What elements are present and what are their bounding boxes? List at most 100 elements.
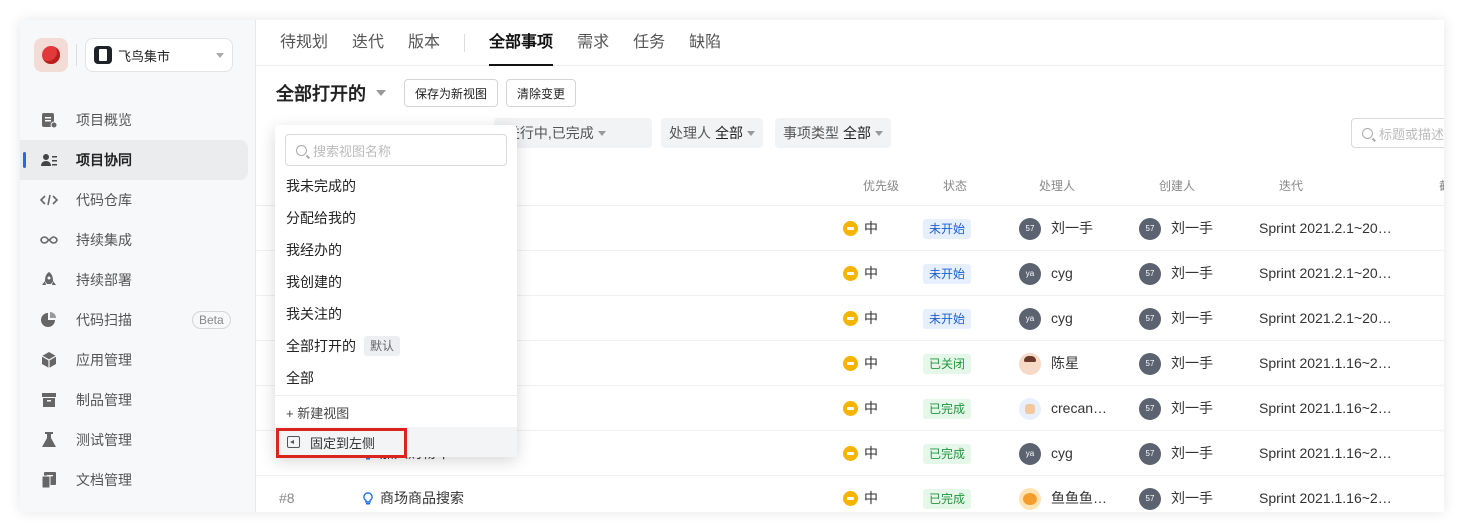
priority-cell[interactable]: 中 xyxy=(843,296,878,341)
creator-name: 刘一手 xyxy=(1171,445,1213,461)
sidebar-item-app-management[interactable]: 应用管理 xyxy=(20,340,248,380)
view-item-assigned-to-me[interactable]: 分配给我的 xyxy=(275,202,517,234)
priority-text: 中 xyxy=(864,445,878,461)
code-icon xyxy=(40,191,58,209)
chevron-down-icon xyxy=(216,52,224,58)
pin-to-left-label: 固定到左侧 xyxy=(310,435,376,451)
header-priority[interactable]: 优先级 xyxy=(863,166,899,206)
sidebar-item-ci[interactable]: 持续集成 xyxy=(20,220,248,260)
creator-name: 刘一手 xyxy=(1171,490,1213,506)
chevron-down-icon[interactable] xyxy=(376,90,386,96)
sidebar-item-label: 文档管理 xyxy=(76,472,132,488)
sidebar-item-label: 代码扫描 xyxy=(76,312,132,328)
owner-cell[interactable]: ya cyg xyxy=(1019,296,1073,341)
view-item-label: 我关注的 xyxy=(286,306,342,322)
owner-cell[interactable]: ya cyg xyxy=(1019,251,1073,296)
view-item-my-handled[interactable]: 我经办的 xyxy=(275,234,517,266)
status-cell[interactable]: 已完成 xyxy=(923,386,972,431)
iteration-cell[interactable]: Sprint 2021.2.1~20… xyxy=(1259,296,1392,341)
status-filter[interactable]: ,进行中,已完成 xyxy=(494,118,652,148)
sidebar-item-code-repo[interactable]: 代码仓库 xyxy=(20,180,248,220)
title-search-input[interactable]: 标题或描述 xyxy=(1351,118,1444,148)
view-item-my-unfinished[interactable]: 我未完成的 xyxy=(275,170,517,202)
view-item-my-created[interactable]: 我创建的 xyxy=(275,266,517,298)
owner-name: cyg xyxy=(1051,310,1073,326)
view-search-input[interactable]: 搜索视图名称 xyxy=(285,134,507,166)
priority-cell[interactable]: 中 xyxy=(843,206,878,251)
status-cell[interactable]: 未开始 xyxy=(923,296,972,341)
tab-iteration[interactable]: 迭代 xyxy=(352,20,384,66)
priority-cell[interactable]: 中 xyxy=(843,251,878,296)
sidebar-item-cd[interactable]: 持续部署 xyxy=(20,260,248,300)
table-row[interactable]: #8 商场商品搜索 中 已完成 鱼鱼鱼… 57 刘一手 Sprint 2021.1.16~2… xyxy=(256,476,1444,512)
tab-all-issues[interactable]: 全部事项 xyxy=(489,20,554,66)
sidebar-item-collaboration[interactable]: 项目协同 xyxy=(20,140,248,180)
view-item-my-followed[interactable]: 我关注的 xyxy=(275,298,517,330)
view-search-placeholder: 搜索视图名称 xyxy=(313,143,392,159)
header-iteration[interactable]: 迭代 xyxy=(1279,166,1303,206)
iteration-cell[interactable]: Sprint 2021.2.1~20… xyxy=(1259,206,1392,251)
iteration-cell[interactable]: Sprint 2021.1.16~2… xyxy=(1259,431,1392,476)
owner-cell[interactable]: 57 刘一手 xyxy=(1019,206,1093,251)
creator-name: 刘一手 xyxy=(1171,355,1213,371)
iteration-cell[interactable]: Sprint 2021.1.16~2… xyxy=(1259,386,1392,431)
type-filter[interactable]: 事项类型 全部 xyxy=(775,118,891,148)
creator-avatar: 57 xyxy=(1139,397,1161,420)
status-badge: 未开始 xyxy=(923,219,972,240)
owner-cell[interactable]: ya cyg xyxy=(1019,431,1073,476)
iteration-cell[interactable]: Sprint 2021.1.16~2… xyxy=(1259,341,1392,386)
type-filter-value: 全部 xyxy=(843,125,871,141)
search-icon xyxy=(296,144,307,156)
header-creator[interactable]: 创建人 xyxy=(1159,166,1195,206)
infinity-icon xyxy=(40,231,58,249)
view-item-all[interactable]: 全部 xyxy=(275,362,517,394)
iteration-cell[interactable]: Sprint 2021.2.1~20… xyxy=(1259,251,1392,296)
issue-title[interactable]: 商场商品搜索 xyxy=(362,476,464,512)
header-owner[interactable]: 处理人 xyxy=(1039,166,1075,206)
owner-cell[interactable]: 鱼鱼鱼… xyxy=(1019,476,1107,512)
status-cell[interactable]: 未开始 xyxy=(923,251,972,296)
priority-text: 中 xyxy=(864,400,878,416)
status-cell[interactable]: 已完成 xyxy=(923,476,972,512)
tab-requirements[interactable]: 需求 xyxy=(577,20,609,66)
sidebar-item-testing[interactable]: 测试管理 xyxy=(20,420,248,460)
status-badge: 已关闭 xyxy=(923,354,972,375)
priority-icon xyxy=(843,221,858,236)
tab-bugs[interactable]: 缺陷 xyxy=(689,20,721,66)
priority-cell[interactable]: 中 xyxy=(843,386,878,431)
status-cell[interactable]: 未开始 xyxy=(923,206,972,251)
sidebar-item-artifacts[interactable]: 制品管理 xyxy=(20,380,248,420)
priority-cell[interactable]: 中 xyxy=(843,431,878,476)
owner-avatar: ya xyxy=(1019,262,1041,285)
creator-cell: 57 刘一手 xyxy=(1139,341,1213,386)
new-view-button[interactable]: + 新建视图 xyxy=(286,399,349,429)
owner-cell[interactable]: 陈星 xyxy=(1019,341,1079,386)
creator-cell: 57 刘一手 xyxy=(1139,206,1213,251)
priority-cell[interactable]: 中 xyxy=(843,476,878,512)
save-view-button[interactable]: 保存为新视图 xyxy=(404,79,499,107)
owner-cell[interactable]: crecan… xyxy=(1019,386,1107,431)
priority-cell[interactable]: 中 xyxy=(843,341,878,386)
header-due[interactable]: 截止 xyxy=(1439,166,1444,206)
sidebar-item-overview[interactable]: 项目概览 xyxy=(20,100,248,140)
sidebar-item-docs[interactable]: 文档管理 xyxy=(20,460,248,500)
view-item-label: 分配给我的 xyxy=(286,210,356,226)
status-cell[interactable]: 已关闭 xyxy=(923,341,972,386)
sidebar-item-code-scan[interactable]: 代码扫描 Beta xyxy=(20,300,248,340)
tab-version[interactable]: 版本 xyxy=(408,20,440,66)
dropdown-divider xyxy=(275,395,517,396)
clear-changes-button[interactable]: 清除变更 xyxy=(506,79,577,107)
issue-id: #8 xyxy=(279,490,295,506)
project-avatar[interactable] xyxy=(34,38,68,72)
tab-backlog[interactable]: 待规划 xyxy=(280,20,328,66)
view-title[interactable]: 全部打开的 xyxy=(276,80,366,106)
pin-to-left-button[interactable]: 固定到左侧 xyxy=(275,427,517,457)
owner-filter[interactable]: 处理人 全部 xyxy=(661,118,763,148)
iteration-cell[interactable]: Sprint 2021.1.16~2… xyxy=(1259,476,1392,512)
owner-avatar xyxy=(1019,487,1041,510)
view-item-all-open[interactable]: 全部打开的 默认 xyxy=(275,330,517,362)
tab-tasks[interactable]: 任务 xyxy=(633,20,665,66)
header-status[interactable]: 状态 xyxy=(943,166,967,206)
status-cell[interactable]: 已完成 xyxy=(923,431,972,476)
project-select[interactable]: 飞鸟集市 xyxy=(85,38,233,72)
